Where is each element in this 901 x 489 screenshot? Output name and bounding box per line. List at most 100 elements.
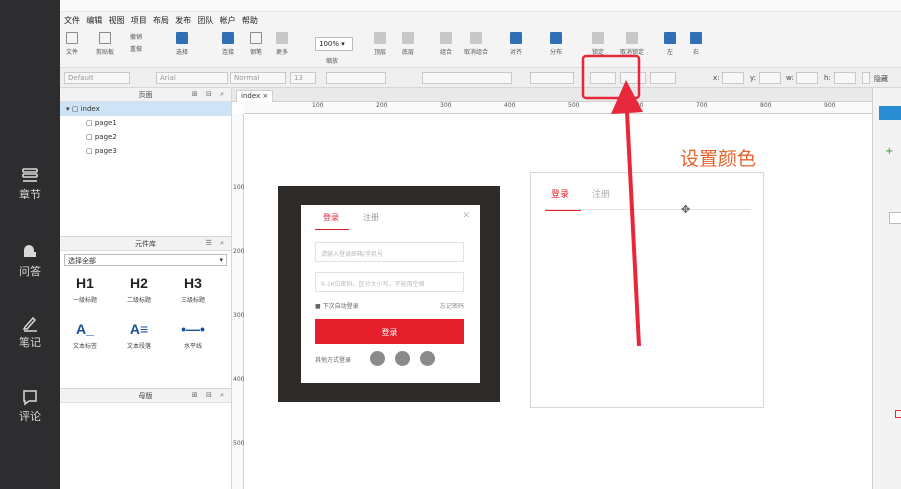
widget-paragraph[interactable]: A≡ 文本段落 (114, 321, 164, 350)
menubar: 文件 编辑 视图 项目 布局 发布 团队 帐户 帮助 (60, 12, 901, 28)
widget-horizontal-line[interactable]: •—• 水平线 (168, 321, 218, 350)
right-label: 右 (692, 49, 699, 56)
weibo-icon (420, 351, 435, 366)
library-select[interactable]: 选择全部 ▾ (64, 254, 227, 266)
file-button[interactable]: 文件 (66, 32, 78, 56)
page-tree-item[interactable]: ▢ page3 (60, 144, 231, 158)
widget-heading2[interactable]: H2 二级标题 (114, 275, 164, 304)
file-label: 文件 (66, 49, 79, 56)
move-cursor-icon: ✥ (681, 203, 691, 216)
undo-button[interactable]: 撤销 (130, 32, 142, 41)
pen-button[interactable]: 钢笔 (250, 32, 262, 56)
bottom-layer-button[interactable]: 底层 (402, 32, 414, 56)
ruler-tick-label: 400 (504, 102, 516, 109)
clipboard-button[interactable]: 剪贴板 (96, 32, 114, 56)
distribute-button[interactable]: 分布 (550, 32, 562, 56)
widget-glyph: A≡ (129, 321, 149, 337)
redo-button[interactable]: 重做 (130, 44, 142, 53)
menu-item[interactable]: 视图 (108, 15, 124, 26)
menu-item[interactable]: 团队 (197, 15, 213, 26)
tab-label: index (241, 92, 261, 100)
menu-item[interactable]: 帐户 (220, 15, 236, 26)
inspector-panel: + (872, 88, 901, 489)
connect-button[interactable]: 连接 (222, 32, 234, 56)
course-sidebar-item-qa[interactable]: 问答 (0, 243, 60, 279)
inspector-checkbox[interactable] (895, 410, 901, 418)
fill-color-picker[interactable] (530, 72, 574, 84)
app-root: 章节 问答 笔记 评论 文件 编辑 视图 项目 布局 发布 团队 帐户 帮助 文… (0, 0, 901, 489)
course-sidebar-label: 章节 (19, 188, 41, 201)
y-input[interactable] (759, 72, 781, 84)
library-select-value: 选择全部 (68, 257, 96, 265)
widget-glyph: H2 (130, 275, 148, 291)
send-back-icon (402, 32, 414, 44)
more-button[interactable]: 更多 (276, 32, 288, 56)
pages-panel-tools[interactable]: ⊞ ⊟ ⌕ (192, 90, 227, 99)
widget-label: 文本段落 (126, 343, 151, 350)
line-width-picker[interactable] (620, 72, 646, 84)
widget-heading1[interactable]: H1 一级标题 (60, 275, 110, 304)
frame-tab-login[interactable]: 登录 (551, 187, 569, 200)
group-button[interactable]: 组合 (440, 32, 452, 56)
ungroup-button[interactable]: 取消组合 (464, 32, 488, 56)
mock-login-button: 登录 (315, 319, 464, 344)
h-input[interactable] (834, 72, 856, 84)
menu-item[interactable]: 发布 (175, 15, 191, 26)
select-button[interactable]: 选择 (176, 32, 188, 56)
course-sidebar-label: 评论 (19, 410, 41, 423)
w-input[interactable] (796, 72, 818, 84)
inspector-field[interactable] (889, 212, 901, 224)
left-button[interactable]: 左 (664, 32, 676, 56)
course-sidebar-item-notes[interactable]: 笔记 (0, 314, 60, 350)
page-tree-item[interactable]: ▢ page2 (60, 130, 231, 144)
weight-select[interactable]: Normal (230, 72, 286, 84)
right-button[interactable]: 右 (690, 32, 702, 56)
line-style-picker[interactable] (650, 72, 676, 84)
hide-checkbox[interactable] (862, 72, 870, 84)
widget-glyph: •—• (181, 321, 205, 337)
weight-value: Normal (234, 74, 260, 82)
tab-index[interactable]: index × (236, 90, 274, 102)
line-color-picker[interactable] (590, 72, 616, 84)
align-right-icon (690, 32, 702, 44)
inspector-tab[interactable] (879, 106, 901, 120)
unlock-button[interactable]: 取消锁定 (620, 32, 644, 56)
text-style-buttons[interactable] (326, 72, 386, 84)
page-tree-item[interactable]: ▢ page1 (60, 116, 231, 130)
select-label: 选择 (176, 49, 189, 56)
menu-item[interactable]: 编辑 (86, 15, 102, 26)
course-sidebar-item-chapters[interactable]: 章节 (0, 166, 60, 202)
menu-item[interactable]: 帮助 (242, 15, 258, 26)
page-name: page1 (94, 119, 117, 127)
lock-icon (592, 32, 604, 44)
top-layer-button[interactable]: 顶层 (374, 32, 386, 56)
x-input[interactable] (722, 72, 744, 84)
style-select[interactable]: Default (64, 72, 130, 84)
login-mockup-card: 登录 注册 ✕ 请输入登录邮箱/手机号 6-16位密码，区分大小写，不能用空格 … (301, 205, 480, 383)
text-align-buttons[interactable] (422, 72, 512, 84)
menu-item[interactable]: 项目 (131, 15, 147, 26)
frame-tab-register[interactable]: 注册 (592, 187, 610, 200)
align-button[interactable]: 对齐 (510, 32, 522, 56)
menu-item[interactable]: 布局 (153, 15, 169, 26)
library-panel-tools[interactable]: ☰ ⌕ (206, 239, 227, 248)
menu-item[interactable]: 文件 (64, 15, 80, 26)
widget-glyph: H1 (76, 275, 94, 291)
ruler-tick-label: 600 (632, 102, 644, 109)
mock-other-login: 其他方式登录 (315, 357, 352, 364)
font-size-select[interactable]: 13 (290, 72, 316, 84)
library-panel: 元件库 ☰ ⌕ 选择全部 ▾ H1 一级标题 H2 二级标题 H3 三级标题 A_ 文本标… (60, 236, 232, 388)
zoom-select[interactable]: 100% ▾ (315, 37, 353, 51)
widget-glyph: A_ (76, 321, 94, 337)
widget-text-label[interactable]: A_ 文本标签 (60, 321, 110, 350)
widget-heading3[interactable]: H3 三级标题 (168, 275, 218, 304)
course-sidebar-item-comments[interactable]: 评论 (0, 388, 60, 424)
master-panel-tools[interactable]: ⊞ ⊟ ⌕ (192, 391, 227, 400)
login-frame[interactable]: 登录 注册 ✥ (530, 172, 764, 408)
align-label: 对齐 (510, 49, 523, 56)
lock-button[interactable]: 锁定 (592, 32, 604, 56)
font-select[interactable]: Arial (156, 72, 228, 84)
add-icon[interactable]: + (885, 146, 893, 157)
library-panel-header: 元件库 ☰ ⌕ (60, 237, 231, 251)
page-tree-item-index[interactable]: ▾ ▢ index (60, 102, 231, 116)
